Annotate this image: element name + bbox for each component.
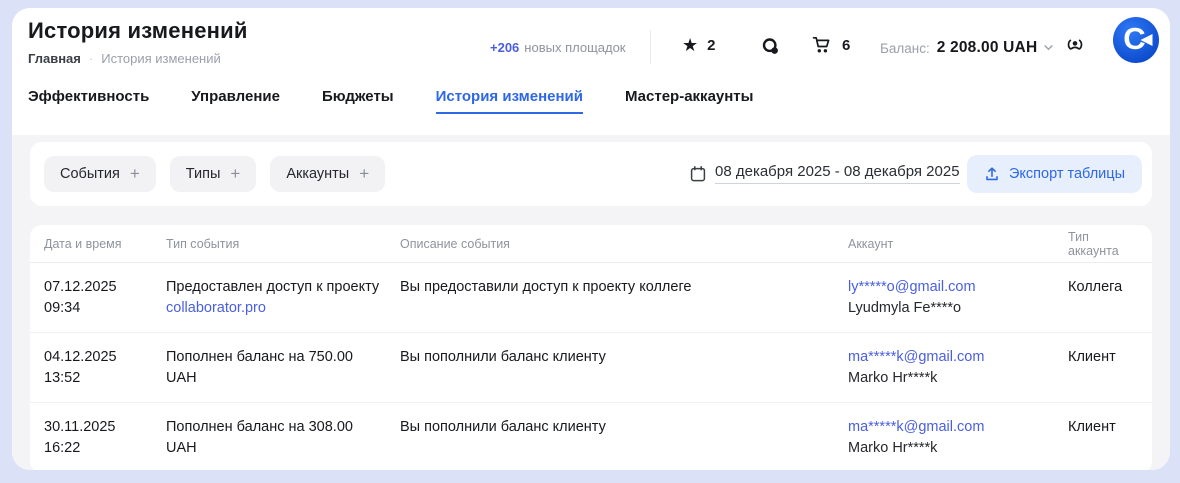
filter-types-label: Типы <box>186 166 221 182</box>
cell-event-type: Пополнен баланс на 750.00 UAH <box>166 347 400 410</box>
event-project-link[interactable]: collaborator.pro <box>166 298 266 319</box>
filter-events-button[interactable]: События + <box>44 156 156 192</box>
cell-account: ly*****o@gmail.com Lyudmyla Fe****o <box>848 277 1068 332</box>
export-table-button[interactable]: Экспорт таблицы <box>967 155 1142 193</box>
event-type-text: Пополнен баланс на 750.00 UAH <box>166 347 386 389</box>
cell-account: ma*****k@gmail.com Marko Hr****k <box>848 417 1068 470</box>
top-bar: История изменений Главная · История изме… <box>12 8 1170 135</box>
cell-account: ma*****k@gmail.com Marko Hr****k <box>848 347 1068 410</box>
cell-account-type: Клиент <box>1068 347 1138 410</box>
cell-description: Вы пополнили баланс клиенту <box>400 347 848 410</box>
breadcrumb-home-link[interactable]: Главная <box>28 51 81 66</box>
new-platforms-notice[interactable]: +206 новых площадок <box>490 40 626 55</box>
title-block: История изменений Главная · История изме… <box>28 18 248 66</box>
balance-label: Баланс: <box>880 41 930 56</box>
cell-description: Вы пополнили баланс клиенту <box>400 417 848 470</box>
cell-event-type: Пополнен баланс на 308.00 UAH <box>166 417 400 470</box>
account-email-link[interactable]: ma*****k@gmail.com <box>848 417 984 438</box>
table-row: 30.11.2025 16:22 Пополнен баланс на 308.… <box>30 403 1152 470</box>
account-name: Marko Hr****k <box>848 438 1054 459</box>
cart-count: 6 <box>842 37 850 54</box>
main-section: События + Типы + Аккаунты + 08 <box>12 135 1170 470</box>
column-header-account: Аккаунт <box>848 237 1068 251</box>
announcement-icon <box>1065 35 1085 55</box>
export-icon <box>984 166 1000 182</box>
calendar-icon <box>690 166 706 182</box>
logo-arrow-icon <box>1140 34 1153 46</box>
date-range-value: 08 декабря 2025 - 08 декабря 2025 <box>715 163 960 184</box>
breadcrumb-separator: · <box>89 51 93 66</box>
date-range-picker[interactable]: 08 декабря 2025 - 08 декабря 2025 <box>690 163 978 184</box>
new-platforms-count: +206 <box>490 40 519 55</box>
account-email-link[interactable]: ma*****k@gmail.com <box>848 347 984 368</box>
table-row: 04.12.2025 13:52 Пополнен баланс на 750.… <box>30 333 1152 403</box>
column-header-datetime: Дата и время <box>44 237 166 251</box>
plus-icon: + <box>130 164 140 184</box>
cell-datetime: 07.12.2025 09:34 <box>44 277 166 332</box>
cell-description: Вы предоставили доступ к проекту коллеге <box>400 277 848 332</box>
page-title: История изменений <box>28 18 248 44</box>
cart-counter[interactable]: 6 <box>812 36 850 54</box>
tab-management[interactable]: Управление <box>191 88 280 114</box>
balance-value: 2 208.00 UAH <box>937 39 1038 57</box>
account-email-link[interactable]: ly*****o@gmail.com <box>848 277 976 298</box>
new-platforms-label: новых площадок <box>524 40 625 55</box>
tab-master-accounts[interactable]: Мастер-аккаунты <box>625 88 753 114</box>
header-divider <box>650 30 651 64</box>
column-header-account-type: Тип аккаунта <box>1068 230 1138 258</box>
favorites-count: 2 <box>707 37 715 54</box>
tab-change-history[interactable]: История изменений <box>436 88 583 114</box>
event-type-text: Пополнен баланс на 308.00 UAH <box>166 417 386 459</box>
star-icon: ★ <box>682 36 698 54</box>
tab-effectiveness[interactable]: Эффективность <box>28 88 149 114</box>
breadcrumb: Главная · История изменений <box>28 51 248 66</box>
table-row: 07.12.2025 09:34 Предоставлен доступ к п… <box>30 263 1152 333</box>
notifications-button[interactable] <box>1065 35 1085 55</box>
filter-bar: События + Типы + Аккаунты + 08 <box>30 142 1152 206</box>
tab-bar: Эффективность Управление Бюджеты История… <box>28 88 753 114</box>
account-name: Marko Hr****k <box>848 368 1054 389</box>
balance-dropdown[interactable]: Баланс: 2 208.00 UAH <box>880 39 1053 57</box>
cell-account-type: Коллега <box>1068 277 1138 332</box>
cell-account-type: Клиент <box>1068 417 1138 470</box>
cart-icon <box>812 36 833 54</box>
chevron-down-icon <box>1044 45 1053 51</box>
filter-accounts-button[interactable]: Аккаунты + <box>270 156 385 192</box>
brand-logo[interactable]: C <box>1113 17 1159 63</box>
cell-datetime: 04.12.2025 13:52 <box>44 347 166 410</box>
cell-datetime: 30.11.2025 16:22 <box>44 417 166 470</box>
filter-accounts-label: Аккаунты <box>286 166 349 182</box>
cell-event-type: Предоставлен доступ к проекту collaborat… <box>166 277 400 332</box>
chat-icon <box>761 37 780 56</box>
filter-types-button[interactable]: Типы + <box>170 156 257 192</box>
event-type-text: Предоставлен доступ к проекту <box>166 277 386 298</box>
filter-buttons: События + Типы + Аккаунты + <box>44 156 385 192</box>
export-label: Экспорт таблицы <box>1009 166 1125 182</box>
chat-button[interactable] <box>761 37 780 56</box>
plus-icon: + <box>230 164 240 184</box>
table-header-row: Дата и время Тип события Описание событи… <box>30 225 1152 263</box>
tab-budgets[interactable]: Бюджеты <box>322 88 394 114</box>
app-window: История изменений Главная · История изме… <box>12 8 1170 470</box>
filter-events-label: События <box>60 166 120 182</box>
plus-icon: + <box>359 164 369 184</box>
column-header-event-type: Тип события <box>166 237 400 251</box>
favorites-counter[interactable]: ★ 2 <box>682 36 715 54</box>
history-table: Дата и время Тип события Описание событи… <box>30 225 1152 470</box>
column-header-description: Описание события <box>400 237 848 251</box>
account-name: Lyudmyla Fe****o <box>848 298 1054 319</box>
breadcrumb-current: История изменений <box>101 51 221 66</box>
